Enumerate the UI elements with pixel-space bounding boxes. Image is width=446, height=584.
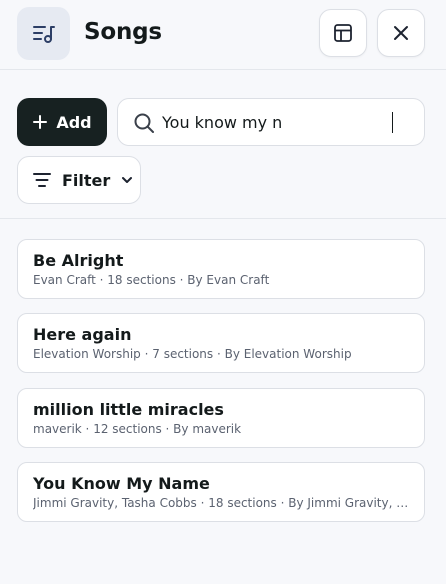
song-list-item[interactable]: You Know My Name Jimmi Gravity, Tasha Co… [17,462,425,522]
close-button[interactable] [377,9,425,57]
search-field[interactable] [117,98,425,146]
song-title: You Know My Name [33,474,210,493]
filter-button[interactable]: Filter [17,156,141,204]
song-meta: Elevation Worship · 7 sections · By Elev… [33,347,352,361]
playlist-music-icon [17,7,70,60]
toolbar-divider [0,218,446,219]
text-caret [392,112,393,133]
song-list-item[interactable]: Be Alright Evan Craft · 18 sections · By… [17,239,425,299]
add-button-label: Add [56,112,92,132]
song-title: Here again [33,325,132,344]
search-icon [133,112,155,134]
layout-panel-icon [334,24,352,42]
song-title: million little miracles [33,400,224,419]
close-icon [394,26,408,40]
song-list-item[interactable]: Here again Elevation Worship · 7 section… [17,313,425,373]
layout-toggle-button[interactable] [319,9,367,57]
song-meta: Jimmi Gravity, Tasha Cobbs · 18 sections… [33,496,409,510]
panel-header: Songs [0,0,446,70]
filter-lines-icon [33,173,51,187]
song-title: Be Alright [33,251,124,270]
filter-button-label: Filter [62,170,111,190]
plus-icon [33,115,48,129]
add-song-button[interactable]: Add [17,98,107,146]
chevron-down-icon [122,177,133,183]
search-input[interactable] [162,109,412,135]
song-meta: maverik · 12 sections · By maverik [33,422,242,436]
songs-panel: Songs Add You know my n Filter Be Alrigh… [0,0,446,584]
song-list-item[interactable]: million little miracles maverik · 12 sec… [17,388,425,448]
page-title: Songs [84,19,162,45]
song-meta: Evan Craft · 18 sections · By Evan Craft [33,273,270,287]
